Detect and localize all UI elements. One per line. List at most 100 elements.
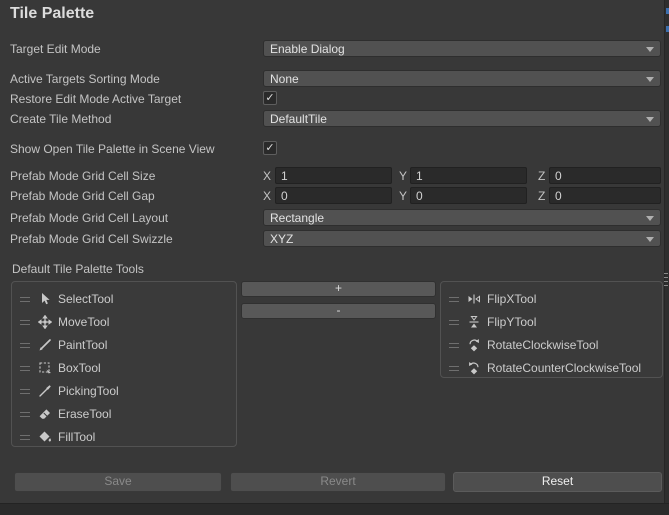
grid-cell-gap-label: Prefab Mode Grid Cell Gap <box>10 189 155 203</box>
axis-z-label: Z <box>538 189 545 203</box>
tool-item-filltool[interactable]: FillTool <box>12 426 236 449</box>
drag-handle-icon[interactable] <box>20 435 30 441</box>
scrollbar-track[interactable] <box>664 0 669 515</box>
axis-z-label: Z <box>538 169 545 183</box>
box-tool-icon <box>38 361 52 375</box>
remove-tool-button[interactable]: - <box>241 303 436 319</box>
tool-item-painttool[interactable]: PaintTool <box>12 334 236 357</box>
flip-x-tool-icon <box>467 292 481 306</box>
tools-section-label: Default Tile Palette Tools <box>12 262 144 276</box>
tool-item-rotatecounterclockwisetool[interactable]: RotateCounterClockwiseTool <box>441 357 662 380</box>
tool-item-boxtool[interactable]: BoxTool <box>12 357 236 380</box>
tool-item-movetool[interactable]: MoveTool <box>12 311 236 334</box>
drag-handle-icon[interactable] <box>449 320 459 326</box>
grid-cell-swizzle-dropdown[interactable]: XYZ <box>263 230 661 247</box>
tool-label: MoveTool <box>58 315 109 329</box>
row-grid-cell-gap: Prefab Mode Grid Cell Gap X Y Z <box>0 187 664 205</box>
revert-button[interactable]: Revert <box>230 472 446 492</box>
axis-x-label: X <box>263 189 271 203</box>
show-open-tile-palette-checkbox[interactable]: ✓ <box>263 141 277 155</box>
fill-tool-icon <box>38 430 52 444</box>
tool-label: PickingTool <box>58 384 119 398</box>
resize-grip-icon[interactable] <box>664 273 668 287</box>
tool-label: FlipYTool <box>487 315 536 329</box>
axis-y-label: Y <box>399 189 407 203</box>
axis-x-label: X <box>263 169 271 183</box>
grid-cell-layout-dropdown[interactable]: Rectangle <box>263 209 661 226</box>
chevron-down-icon <box>646 77 654 82</box>
tile-palette-preferences-pane: Tile Palette Target Edit Mode Enable Dia… <box>0 0 669 515</box>
reset-button[interactable]: Reset <box>453 472 662 492</box>
grid-cell-size-y-field[interactable] <box>410 167 527 184</box>
erase-tool-icon <box>38 407 52 421</box>
grid-cell-size-label: Prefab Mode Grid Cell Size <box>10 169 155 183</box>
drag-handle-icon[interactable] <box>20 343 30 349</box>
select-tool-icon <box>38 292 52 306</box>
row-grid-cell-size: Prefab Mode Grid Cell Size X Y Z <box>0 167 664 185</box>
available-tools-list: SelectTool MoveTool Pain <box>11 281 237 447</box>
tool-item-pickingtool[interactable]: PickingTool <box>12 380 236 403</box>
tool-label: EraseTool <box>58 407 111 421</box>
chevron-down-icon <box>646 47 654 52</box>
sorting-mode-dropdown[interactable]: None <box>263 70 661 87</box>
restore-edit-mode-label: Restore Edit Mode Active Target <box>10 92 181 106</box>
sorting-mode-label: Active Targets Sorting Mode <box>10 72 160 86</box>
add-tool-button[interactable]: + <box>241 281 436 297</box>
check-icon: ✓ <box>265 142 274 154</box>
target-edit-mode-dropdown[interactable]: Enable Dialog <box>263 40 661 57</box>
row-show-open-tile-palette: Show Open Tile Palette in Scene View ✓ <box>0 140 664 158</box>
tool-label: FlipXTool <box>487 292 536 306</box>
picking-tool-icon <box>38 384 52 398</box>
row-target-edit-mode: Target Edit Mode Enable Dialog <box>0 40 664 58</box>
tool-label: BoxTool <box>58 361 101 375</box>
row-grid-cell-swizzle: Prefab Mode Grid Cell Swizzle XYZ <box>0 230 664 248</box>
drag-handle-icon[interactable] <box>20 320 30 326</box>
drag-handle-icon[interactable] <box>20 366 30 372</box>
dropdown-value: DefaultTile <box>270 112 327 126</box>
drag-handle-icon[interactable] <box>449 343 459 349</box>
active-tools-list: FlipXTool FlipYTool Rota <box>440 281 663 378</box>
dropdown-value: None <box>270 72 299 86</box>
dropdown-value: XYZ <box>270 232 293 246</box>
tool-item-erasetool[interactable]: EraseTool <box>12 403 236 426</box>
axis-y-label: Y <box>399 169 407 183</box>
drag-handle-icon[interactable] <box>20 297 30 303</box>
paint-tool-icon <box>38 338 52 352</box>
chevron-down-icon <box>646 237 654 242</box>
drag-handle-icon[interactable] <box>20 412 30 418</box>
dropdown-value: Enable Dialog <box>270 42 345 56</box>
rotate-clockwise-tool-icon <box>467 338 481 352</box>
grid-cell-gap-z-field[interactable] <box>549 187 661 204</box>
row-grid-cell-layout: Prefab Mode Grid Cell Layout Rectangle <box>0 209 664 227</box>
grid-cell-size-x-field[interactable] <box>275 167 392 184</box>
grid-cell-size-z-field[interactable] <box>549 167 661 184</box>
grid-cell-swizzle-label: Prefab Mode Grid Cell Swizzle <box>10 232 173 246</box>
show-open-tile-palette-label: Show Open Tile Palette in Scene View <box>10 142 215 156</box>
chevron-down-icon <box>646 216 654 221</box>
drag-handle-icon[interactable] <box>20 389 30 395</box>
tool-item-rotateclockwisetool[interactable]: RotateClockwiseTool <box>441 334 662 357</box>
chevron-down-icon <box>646 117 654 122</box>
restore-edit-mode-checkbox[interactable]: ✓ <box>263 91 277 105</box>
move-tool-icon <box>38 315 52 329</box>
save-button[interactable]: Save <box>14 472 222 492</box>
row-create-tile-method: Create Tile Method DefaultTile <box>0 110 664 128</box>
tool-label: SelectTool <box>58 292 113 306</box>
drag-handle-icon[interactable] <box>449 297 459 303</box>
page-title: Tile Palette <box>10 5 94 23</box>
row-sorting-mode: Active Targets Sorting Mode None <box>0 70 664 88</box>
dropdown-value: Rectangle <box>270 211 324 225</box>
tool-item-flipxtool[interactable]: FlipXTool <box>441 288 662 311</box>
grid-cell-gap-y-field[interactable] <box>410 187 527 204</box>
tool-item-flipytool[interactable]: FlipYTool <box>441 311 662 334</box>
create-tile-method-dropdown[interactable]: DefaultTile <box>263 110 661 127</box>
create-tile-method-label: Create Tile Method <box>10 112 111 126</box>
tool-label: FillTool <box>58 430 95 444</box>
tool-item-selecttool[interactable]: SelectTool <box>12 288 236 311</box>
tool-label: RotateClockwiseTool <box>487 338 598 352</box>
check-icon: ✓ <box>265 92 274 104</box>
grid-cell-gap-x-field[interactable] <box>275 187 392 204</box>
tool-label: RotateCounterClockwiseTool <box>487 361 641 375</box>
drag-handle-icon[interactable] <box>449 366 459 372</box>
rotate-counterclockwise-tool-icon <box>467 361 481 375</box>
